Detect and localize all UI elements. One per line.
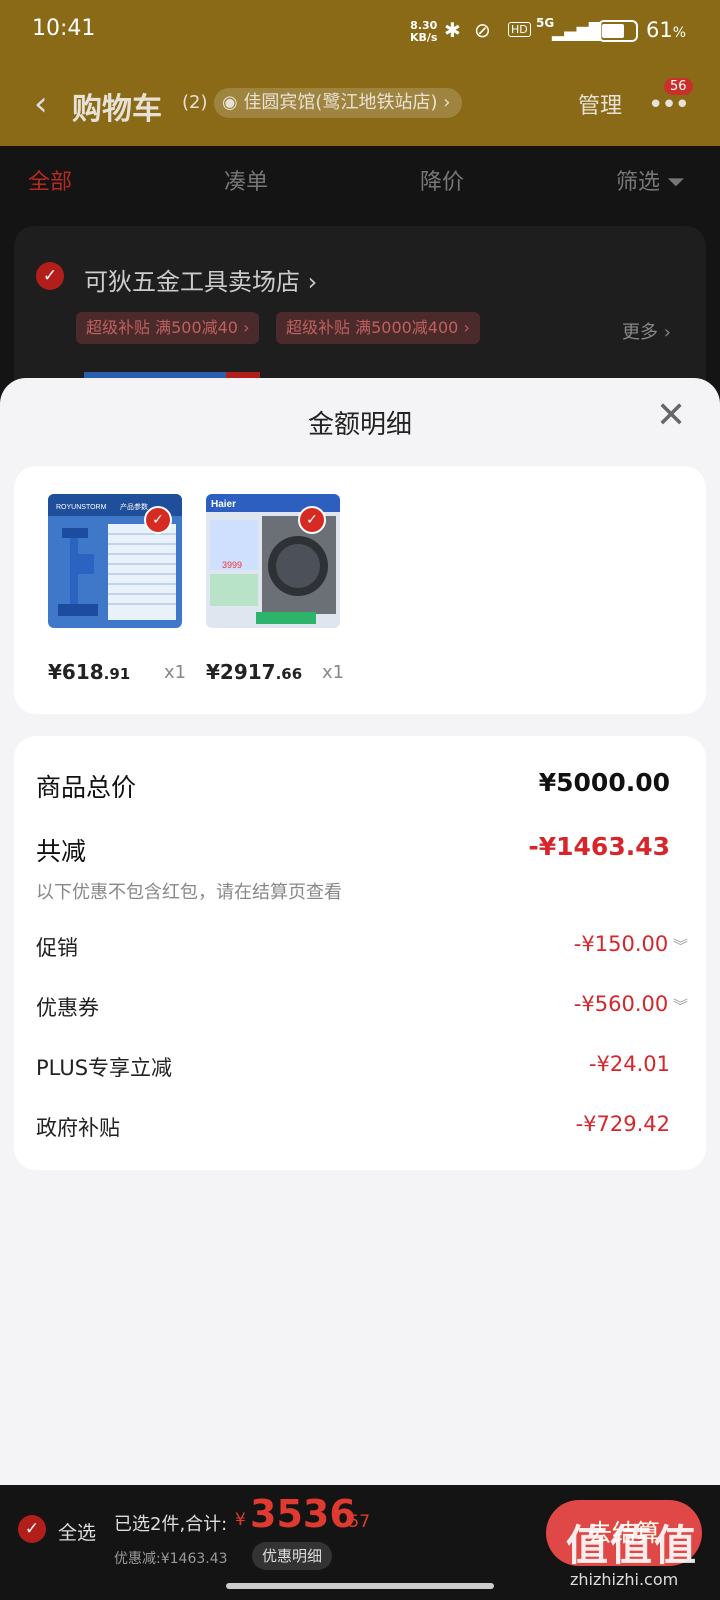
coupon-label: 优惠券 [36,996,99,1020]
promotion-label: 促销 [36,936,78,960]
total-amount-decimal: .57 [343,1512,371,1532]
check-icon: ✓ [298,506,326,534]
eye-icon: ◉ [222,92,244,113]
mute-icon: ⊘ [474,18,491,42]
signal-icon: ▂▄▆█ [552,22,602,41]
plus-discount-label: PLUS专享立减 [36,1056,173,1080]
home-indicator[interactable] [226,1583,494,1589]
back-button[interactable]: ‹ [34,84,48,124]
store-promo-tag[interactable]: 超级补贴 满500减40 › [76,312,260,344]
location-selector[interactable]: ◉ 佳圆宾馆(鹭江地铁站店) › [214,88,463,118]
discount-label: 共减 [36,837,87,866]
page-title: 购物车 [72,92,162,127]
product-quantity: x1 [164,662,187,683]
selected-summary: 已选2件,合计: [114,1514,228,1535]
watermark-url: zhizhizhi.com [570,1570,679,1589]
store-more-link[interactable]: 更多 › [622,318,671,344]
product-quantity: x1 [322,662,345,683]
plus-discount-value: -¥24.01 [588,1052,670,1076]
watermark-logo: 值值值 [566,1521,699,1570]
product-thumb-label: 产品参数 [120,502,148,511]
select-all-label[interactable]: 全选 [58,1518,96,1545]
filter-icon: ⏷ [660,170,685,195]
discount-detail-button[interactable]: 优惠明细 [252,1542,333,1570]
select-all-checkbox[interactable]: ✓ [18,1515,46,1543]
total-label: 商品总价 [36,773,137,802]
store-name[interactable]: 可狄五金工具卖场店 › [84,262,317,297]
message-badge: 56 [664,78,693,95]
status-net-speed: 8.30 KB/s [410,19,438,44]
tab-all[interactable]: 全部 [28,164,72,196]
product-thumb-label: 3999 [222,560,242,570]
bluetooth-icon: ✱ [444,18,461,42]
check-icon: ✓ [144,506,172,534]
battery-icon [598,20,638,42]
gov-subsidy-label: 政府补贴 [36,1116,120,1140]
discount-value: -¥1463.43 [528,832,670,861]
sheet-title: 金额明细 [307,410,412,440]
discount-note: 以下优惠不包含红包，请在结算页查看 [36,882,342,903]
total-value: ¥5000.00 [538,768,670,797]
total-currency: ¥ [235,1510,246,1530]
saving-amount: 优惠减:¥1463.43 [114,1551,228,1567]
gov-subsidy-value: -¥729.42 [575,1112,670,1136]
status-time: 10:41 [32,16,96,41]
close-icon[interactable]: ✕ [656,398,686,434]
product-brand: ROYUNSTORM [56,504,107,511]
product-price: ¥618.91 [48,660,131,684]
tab-filter[interactable]: 筛选 ⏷ [616,164,685,196]
chevron-right-icon: › [437,92,451,113]
tab-price-drop[interactable]: 降价 [420,164,464,196]
store-checkbox[interactable]: ✓ [36,262,64,290]
tab-bundle[interactable]: 凑单 [224,164,268,196]
promotion-value[interactable]: -¥150.00 ︾ [574,932,688,956]
battery-level: 61% [646,18,687,42]
chevron-down-icon: ︾ [668,997,688,1015]
product-price: ¥2917.66 [206,660,303,684]
cart-count: (2) [182,92,208,113]
manage-button[interactable]: 管理 [578,88,622,120]
store-promo-tag[interactable]: 超级补贴 满5000减400 › [276,312,480,344]
total-amount: 3536 [250,1492,356,1536]
coupon-value[interactable]: -¥560.00 ︾ [574,992,688,1016]
chevron-down-icon: ︾ [668,937,688,955]
hd-icon: HD [508,22,531,37]
product-brand: Haier [211,499,236,510]
